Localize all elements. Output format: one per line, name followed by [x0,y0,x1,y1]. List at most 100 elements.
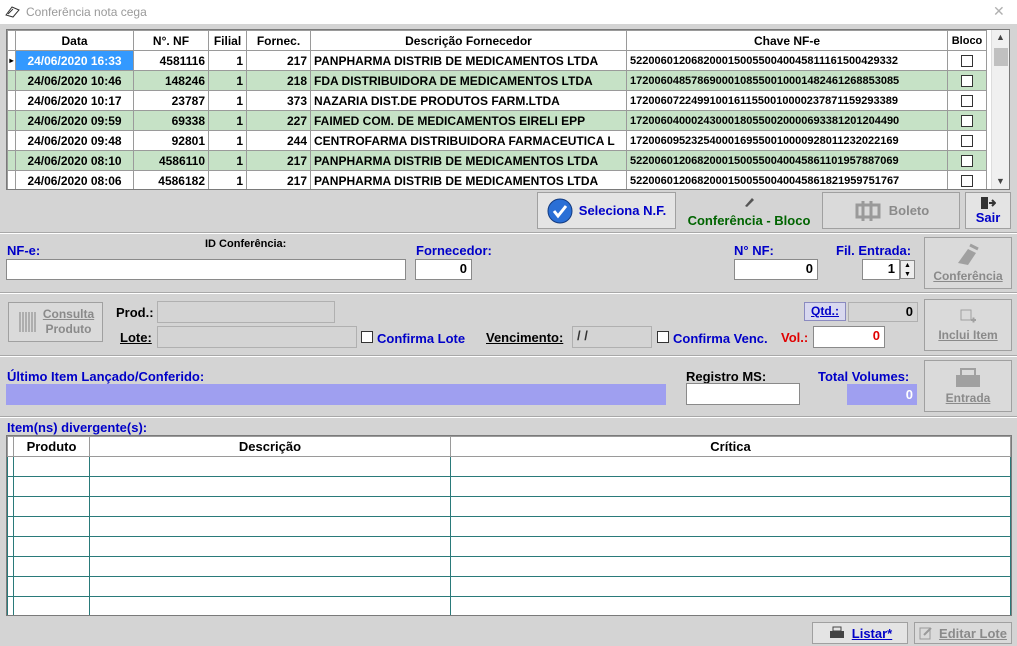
registro-ms-input[interactable] [686,383,800,405]
bloco-checkbox[interactable] [961,55,973,68]
cell-descricao[interactable]: PANPHARMA DISTRIB DE MEDICAMENTOS LTDA [310,50,627,71]
cell-descricao[interactable] [89,536,451,557]
cell-data[interactable]: 24/06/2020 10:17 [15,90,134,111]
fil-entrada-input[interactable]: 1 [862,259,900,280]
cell-fornec[interactable]: 217 [246,170,311,189]
col-header-nf[interactable]: N°. NF [133,30,209,51]
nf-table-row[interactable]: ▸ 24/06/2020 16:33 4581116 1 217 PANPHARMA DI… [7,50,987,71]
divergent-row[interactable] [7,536,1011,557]
cell-fornec[interactable]: 227 [246,110,311,131]
cell-descricao[interactable] [89,576,451,597]
grid-scrollbar[interactable]: ▲ ▼ [991,30,1009,189]
cell-descricao[interactable]: PANPHARMA DISTRIB DE MEDICAMENTOS LTDA [310,170,627,189]
col-header-descricao[interactable]: Descrição [89,436,451,457]
cell-filial[interactable]: 1 [208,150,247,171]
divergent-row[interactable] [7,556,1011,577]
cell-critica[interactable] [450,556,1011,577]
entrada-button[interactable]: Entrada [924,360,1012,412]
scroll-up-icon[interactable]: ▲ [996,32,1005,42]
cell-nf[interactable]: 4586182 [133,170,209,189]
qtd-input[interactable]: 0 [848,302,918,322]
cell-chave[interactable]: 1720060485786900010855001000148246126885… [626,70,948,91]
cell-filial[interactable]: 1 [208,90,247,111]
divergent-row[interactable] [7,456,1011,477]
cell-produto[interactable] [13,516,90,537]
close-icon[interactable]: ✕ [993,3,1005,20]
boleto-button[interactable]: Boleto [822,192,960,229]
inclui-item-button[interactable]: Inclui Item [924,299,1012,351]
conferencia-bloco-button[interactable]: Conferência - Bloco [680,196,818,228]
seleciona-nf-button[interactable]: Seleciona N.F. [537,192,676,229]
cell-fornec[interactable]: 217 [246,150,311,171]
cell-fornec[interactable]: 217 [246,50,311,71]
cell-critica[interactable] [450,576,1011,597]
bloco-checkbox[interactable] [961,135,973,148]
cell-chave[interactable]: 5220060120682000150055004004586110195788… [626,150,948,171]
divergent-grid[interactable]: Produto Descrição Crítica [6,435,1012,616]
cell-chave[interactable]: 1720060952325400016955001000092801123202… [626,130,948,151]
cell-filial[interactable]: 1 [208,130,247,151]
bloco-checkbox[interactable] [961,115,973,128]
divergent-row[interactable] [7,596,1011,615]
lote-input[interactable] [157,326,357,348]
cell-descricao[interactable]: PANPHARMA DISTRIB DE MEDICAMENTOS LTDA [310,150,627,171]
cell-data[interactable]: 24/06/2020 09:59 [15,110,134,131]
col-header-bloco[interactable]: Bloco [947,30,987,51]
vol-input[interactable]: 0 [813,326,885,348]
cell-descricao[interactable] [89,456,451,477]
nf-table-row[interactable]: 24/06/2020 10:17 23787 1 373 NAZARIA DIST.DE… [7,90,987,111]
cell-filial[interactable]: 1 [208,70,247,91]
cell-fornec[interactable]: 218 [246,70,311,91]
cell-produto[interactable] [13,496,90,517]
prod-input[interactable] [157,301,335,323]
divergent-row[interactable] [7,576,1011,597]
consulta-produto-button[interactable]: Consulta Produto [8,302,103,342]
cell-critica[interactable] [450,476,1011,497]
fil-entrada-spinner[interactable]: ▲ ▼ [900,260,915,279]
cell-produto[interactable] [13,456,90,477]
confirma-venc-label[interactable]: Confirma Venc. [673,331,768,346]
cell-filial[interactable]: 1 [208,110,247,131]
confirma-lote-label[interactable]: Confirma Lote [377,331,465,346]
nf-table-row[interactable]: 24/06/2020 09:59 69338 1 227 FAIMED COM. DE … [7,110,987,131]
cell-nf[interactable]: 4586110 [133,150,209,171]
bloco-checkbox[interactable] [961,155,973,168]
divergent-row[interactable] [7,516,1011,537]
cell-chave[interactable]: 5220060120682000150055004004581116150042… [626,50,948,71]
col-header-filial[interactable]: Filial [208,30,247,51]
cell-descricao[interactable]: CENTROFARMA DISTRIBUIDORA FARMACEUTICA L [310,130,627,151]
cell-data[interactable]: 24/06/2020 08:06 [15,170,134,189]
row-indicator[interactable] [7,70,16,91]
cell-fornec[interactable]: 373 [246,90,311,111]
cell-descricao[interactable] [89,556,451,577]
cell-descricao[interactable] [89,476,451,497]
cell-produto[interactable] [13,596,90,615]
row-indicator[interactable] [7,170,16,189]
row-indicator[interactable]: ▸ [7,50,16,71]
nf-grid[interactable]: Data N°. NF Filial Fornec. Descrição For… [6,29,1010,190]
cell-critica[interactable] [450,596,1011,615]
nnf-input[interactable]: 0 [734,259,818,280]
scrollbar-thumb[interactable] [994,48,1008,66]
cell-nf[interactable]: 69338 [133,110,209,131]
cell-descricao[interactable]: FDA DISTRIBUIDORA DE MEDICAMENTOS LTDA [310,70,627,91]
cell-critica[interactable] [450,496,1011,517]
cell-chave[interactable]: 5220060120682000150055004004586182195975… [626,170,948,189]
cell-produto[interactable] [13,576,90,597]
col-header-chave[interactable]: Chave NF-e [626,30,948,51]
fornecedor-input[interactable]: 0 [415,259,472,280]
cell-bloco[interactable] [947,50,987,71]
sair-button[interactable]: Sair [965,192,1011,229]
cell-descricao[interactable]: NAZARIA DIST.DE PRODUTOS FARM.LTDA [310,90,627,111]
col-header-critica[interactable]: Crítica [450,436,1011,457]
cell-bloco[interactable] [947,130,987,151]
nf-table-row[interactable]: 24/06/2020 08:06 4586182 1 217 PANPHARMA DIS… [7,170,987,189]
confirma-venc-checkbox[interactable] [657,331,669,343]
col-header-descricao[interactable]: Descrição Fornecedor [310,30,627,51]
col-header-data[interactable]: Data [15,30,134,51]
scroll-down-icon[interactable]: ▼ [996,176,1005,186]
cell-critica[interactable] [450,536,1011,557]
cell-fornec[interactable]: 244 [246,130,311,151]
cell-chave[interactable]: 1720060400024300018055002000069338120120… [626,110,948,131]
cell-data[interactable]: 24/06/2020 08:10 [15,150,134,171]
